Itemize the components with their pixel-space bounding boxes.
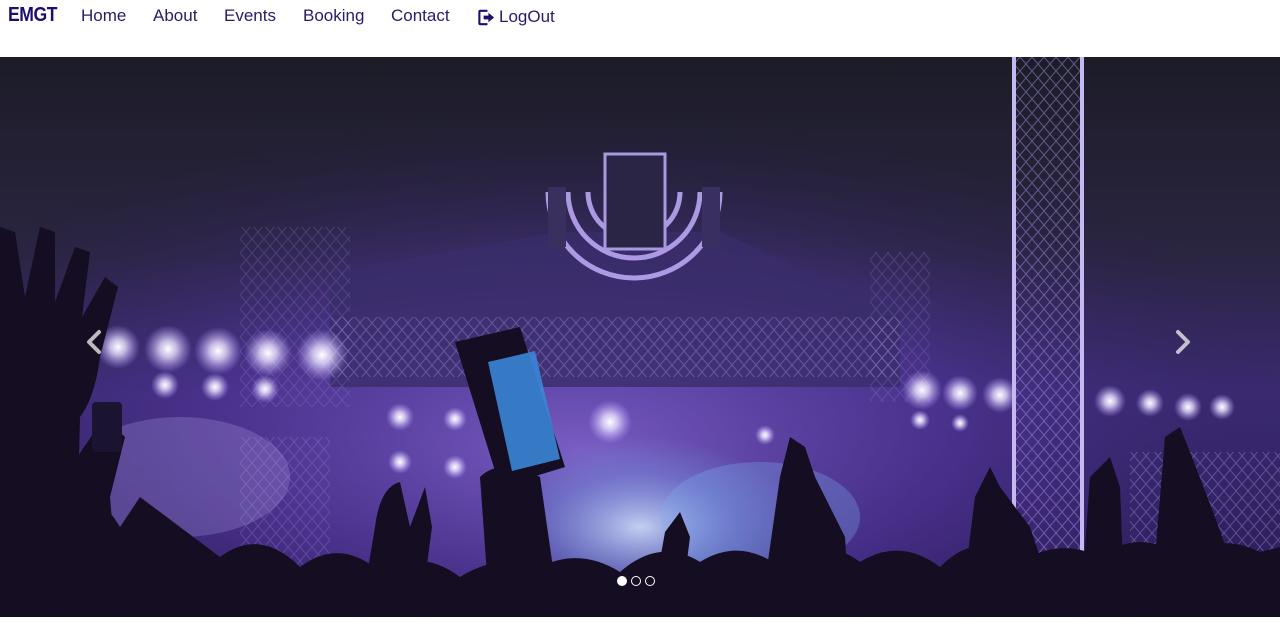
- nav-link-events[interactable]: Events: [224, 6, 276, 26]
- logout-label: LogOut: [499, 7, 555, 26]
- nav-link-home[interactable]: Home: [81, 6, 126, 26]
- carousel-indicator-1[interactable]: [617, 576, 627, 586]
- navbar: EMGT Home About Events Booking Contact L…: [0, 0, 1280, 57]
- logout-icon: [478, 9, 495, 25]
- carousel-indicator-2[interactable]: [631, 576, 641, 586]
- nav-link-contact[interactable]: Contact: [391, 6, 450, 26]
- carousel-next-button[interactable]: [1167, 327, 1197, 357]
- carousel-prev-button[interactable]: [80, 327, 110, 357]
- hero-carousel: [0, 57, 1280, 617]
- carousel-indicators: [617, 576, 655, 586]
- page-bottom-area: [0, 617, 1280, 630]
- concert-stage-image: [0, 57, 1280, 617]
- carousel-indicator-3[interactable]: [645, 576, 655, 586]
- logout-link[interactable]: LogOut: [477, 7, 555, 27]
- nav-link-about[interactable]: About: [153, 6, 197, 26]
- nav-link-booking[interactable]: Booking: [303, 6, 364, 26]
- brand-logo[interactable]: EMGT: [8, 4, 58, 27]
